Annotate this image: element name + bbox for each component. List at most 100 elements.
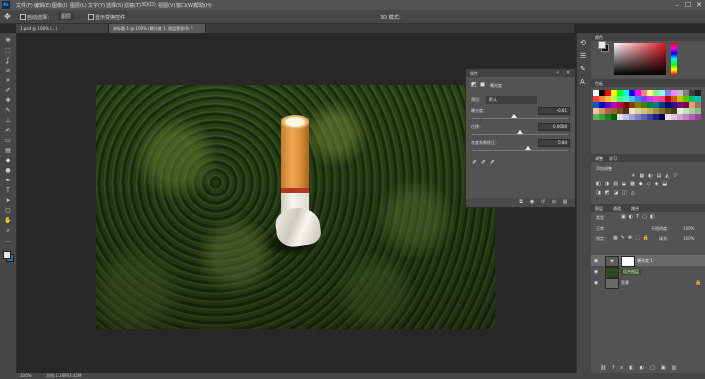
path-select-tool-icon[interactable]: ➤ [4,197,12,204]
adjustment-icons-row2[interactable]: ◧◑▨◒▩◆◇◈⬓ [596,181,696,187]
visibility-icon[interactable]: ◎ [551,200,557,205]
close-button[interactable]: ✕ [694,1,704,9]
menu-item[interactable]: 文件(F) [16,2,33,9]
panel-close-icon[interactable]: ✕ [566,70,570,76]
preset-dropdown[interactable]: 默认 [486,96,537,104]
panel-collapse-icon[interactable]: « [556,70,559,76]
tab-channels[interactable]: 通道 [613,206,621,212]
tab-adjustments[interactable]: 调整 [595,156,603,162]
blend-mode-dropdown[interactable]: 正常 [596,226,604,232]
quick-select-tool-icon[interactable]: ⌀ [4,67,12,74]
crop-tool-icon[interactable]: ⌗ [4,77,12,84]
properties-header[interactable]: 属性 « ✕ [466,69,575,77]
fg-bg-colors[interactable] [598,41,609,52]
toolbar-foreground-color[interactable] [3,251,11,259]
move-tool-icon[interactable]: ✥ [4,37,12,44]
adjustment-icons-row1[interactable]: ☀▦◐▤◭▽ [631,173,691,179]
eyedropper-tool-icon[interactable]: ✐ [4,87,12,94]
offset-value-field[interactable]: 0.0000 [538,123,570,131]
visibility-eye-icon[interactable]: ◉ [594,280,598,286]
lock-icons[interactable]: ▦✎✥⬚🔒 [613,235,652,241]
eyedropper-gray-icon[interactable]: ✐ [481,159,486,166]
exposure-slider-thumb[interactable] [511,114,518,118]
color-swatch[interactable] [695,114,701,120]
zoom-tool-icon[interactable]: ⌕ [4,227,12,234]
brush-settings-icon[interactable]: ✎ [580,65,586,73]
blur-tool-icon[interactable]: ◆ [4,157,12,164]
gamma-slider-thumb[interactable] [524,146,531,150]
layer-row-composite[interactable]: ◉ 组合图层 [591,266,705,278]
delete-icon[interactable]: ▥ [562,200,568,205]
reset-icon[interactable]: ↺ [540,200,546,205]
menu-item[interactable]: 3D(D) [141,2,156,8]
stamp-tool-icon[interactable]: ⊥ [4,117,12,124]
tab-layers[interactable]: 图层 [595,206,603,212]
exposure-value-field[interactable]: -0.61 [538,107,570,115]
layer-row-exposure[interactable]: ◉ ☀ 曝光度 1 [591,255,705,267]
healing-tool-icon[interactable]: ✚ [4,97,12,104]
gamma-value-field[interactable]: 0.84 [538,139,570,147]
eyedropper-black-icon[interactable]: ✐ [472,159,477,166]
layers-footer-icons[interactable]: ⛓fx◧◐▢▣▥ [600,365,700,372]
transform-controls-checkbox[interactable] [88,14,94,20]
tab-paths[interactable]: 路径 [631,206,639,212]
auto-select-dropdown[interactable]: 图层 [58,13,75,20]
menu-item[interactable]: 编辑(E) [34,2,51,9]
character-icon[interactable]: A [580,78,585,86]
tab-document-2[interactable]: 未标题-1 @ 100% (曝光度 1, 图层蒙版/8) * [109,24,206,33]
view-previous-icon[interactable]: ◉ [529,200,535,205]
marquee-tool-icon[interactable]: ⬚ [4,47,12,54]
fill-value[interactable]: 100% [683,236,694,241]
color-panel-header[interactable]: 颜色 [591,33,705,41]
layer-filter-icons[interactable]: ▣◐T▢◧ [621,214,658,220]
offset-slider-track[interactable] [472,134,568,135]
mask-icon[interactable]: ◼ [480,81,485,88]
tab-document-1[interactable]: 1.psd @ 100% (…) [16,24,109,33]
adjustment-icons-row3[interactable]: ◨◩◪◫◬ [596,190,696,196]
menu-item[interactable]: 选择(S) [106,2,123,9]
swatches-grid[interactable] [593,90,701,142]
eraser-tool-icon[interactable]: ▭ [4,137,12,144]
dodge-tool-icon[interactable]: ● [4,167,12,174]
visibility-eye-icon[interactable]: ◉ [594,269,598,275]
layer-name[interactable]: 组合图层 [621,269,641,275]
gradient-tool-icon[interactable]: ▤ [4,147,12,154]
offset-slider-thumb[interactable] [517,130,523,134]
zoom-readout[interactable]: 100% [20,373,31,378]
exposure-slider-track[interactable] [472,118,568,119]
more-tools-icon[interactable]: … [4,237,12,244]
opacity-value[interactable]: 100% [683,226,694,231]
hand-tool-icon[interactable]: ✋ [4,217,12,224]
menu-item[interactable]: 窗口(W) [176,2,195,9]
brush-tool-icon[interactable]: ✎ [4,107,12,114]
minimize-button[interactable]: – [672,1,682,9]
type-tool-icon[interactable]: T [4,187,12,194]
lasso-tool-icon[interactable]: ʆ [4,57,12,64]
color-picker-field[interactable] [614,43,666,75]
swatches-panel-header[interactable]: 色板 [591,79,705,87]
tab-learn[interactable]: 学习 [609,156,617,162]
menu-item[interactable]: 帮助(H) [194,2,212,9]
history-icon[interactable]: ⟲ [580,39,586,47]
properties-icon[interactable]: ☰ [580,52,586,60]
ps-logo[interactable]: Ps [2,1,10,9]
clip-to-layer-icon[interactable]: ⧉ [518,200,524,205]
menu-item[interactable]: 视图(V) [158,2,175,9]
auto-select-checkbox[interactable] [20,14,26,20]
menu-item[interactable]: 滤镜(T) [124,2,141,9]
layer-row-background[interactable]: ◉ 背景 🔒 [591,277,705,289]
move-tool-icon[interactable]: ✥ [4,12,11,21]
layer-name[interactable]: 背景 [621,280,629,286]
menu-item[interactable]: 图层(L) [70,2,87,9]
eyedropper-white-icon[interactable]: ✐ [490,159,495,166]
foreground-color-swatch[interactable] [598,41,606,49]
layer-name[interactable]: 曝光度 1 [637,258,653,264]
maximize-button[interactable]: ☐ [683,1,693,9]
hue-slider[interactable] [671,43,677,75]
layer-kind-filter[interactable]: 类型 [596,215,604,221]
pen-tool-icon[interactable]: ✒ [4,177,12,184]
menu-item[interactable]: 文字(Y) [88,2,105,9]
history-brush-tool-icon[interactable]: ✍ [4,127,12,134]
gamma-slider-track[interactable] [472,150,568,151]
menu-item[interactable]: 图像(I) [52,2,67,9]
